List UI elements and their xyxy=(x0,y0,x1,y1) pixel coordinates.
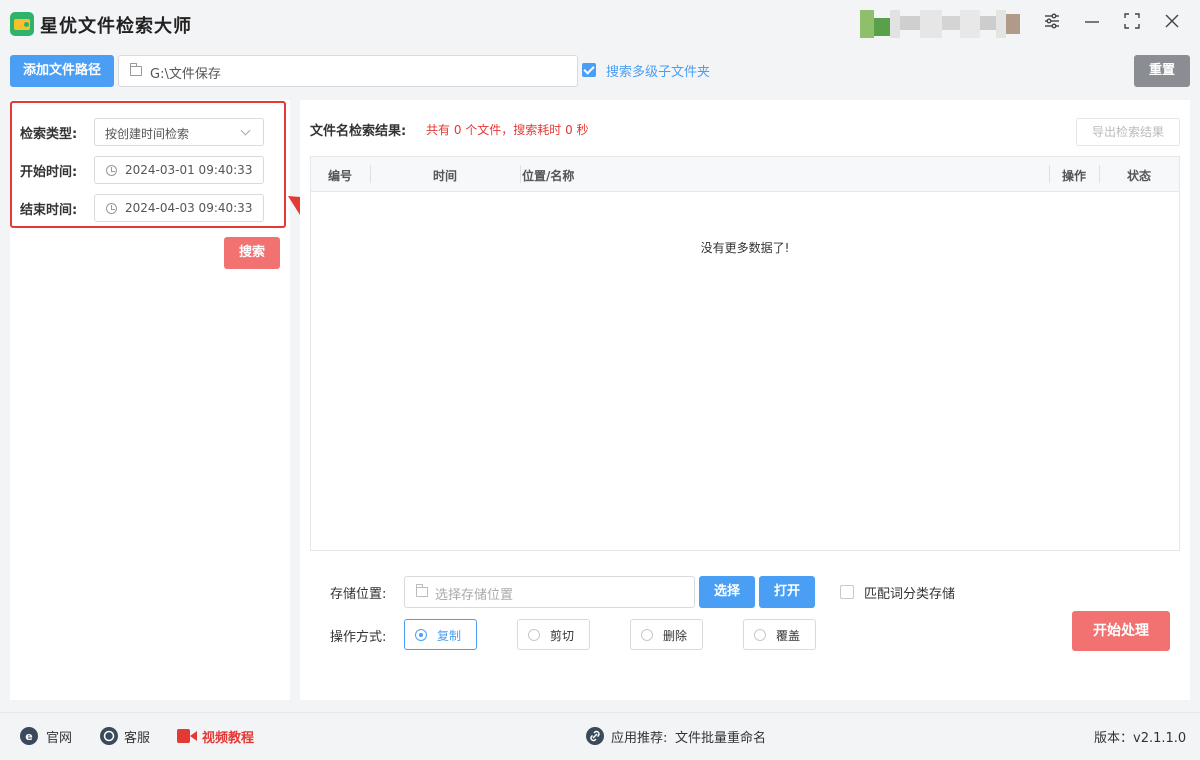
chevron-down-icon xyxy=(240,125,251,136)
link-icon xyxy=(586,727,604,745)
export-results-button[interactable]: 导出检索结果 xyxy=(1076,118,1180,146)
website-link[interactable]: 官网 xyxy=(46,727,72,746)
video-tutorial-link[interactable]: 视频教程 xyxy=(202,727,254,746)
column-header-status: 状态 xyxy=(1127,169,1152,183)
start-processing-button[interactable]: 开始处理 xyxy=(1072,611,1170,651)
storage-location-placeholder: 选择存储位置 xyxy=(435,588,514,603)
user-avatar[interactable] xyxy=(860,10,1020,38)
mode-cut-radio[interactable]: 剪切 xyxy=(517,619,590,650)
customer-service-link[interactable]: 客服 xyxy=(124,727,150,746)
end-time-label: 结束时间: xyxy=(20,203,78,218)
website-icon[interactable]: e xyxy=(20,727,38,745)
close-icon[interactable] xyxy=(1161,12,1183,34)
folder-icon xyxy=(416,584,428,597)
start-time-value: 2024-03-01 09:40:33 xyxy=(125,163,253,177)
choose-location-button[interactable]: 选择 xyxy=(699,576,755,608)
customer-service-icon[interactable] xyxy=(100,727,118,745)
app-title: 星优文件检索大师 xyxy=(40,16,192,37)
maximize-icon[interactable] xyxy=(1121,12,1143,34)
clock-icon xyxy=(106,165,117,176)
results-title: 文件名检索结果: xyxy=(310,124,407,139)
storage-location-label: 存储位置: xyxy=(330,587,387,602)
search-type-select[interactable]: 按创建时间检索 xyxy=(94,118,264,146)
app-logo-icon xyxy=(10,12,34,36)
include-subfolders-label[interactable]: 搜索多级子文件夹 xyxy=(606,61,710,80)
start-time-label: 开始时间: xyxy=(20,165,78,180)
search-type-value: 按创建时间检索 xyxy=(105,127,190,141)
empty-message: 没有更多数据了! xyxy=(700,241,790,255)
operation-mode-label: 操作方式: xyxy=(330,630,387,645)
open-location-button[interactable]: 打开 xyxy=(759,576,815,608)
add-file-path-button[interactable]: 添加文件路径 xyxy=(10,55,114,87)
video-icon[interactable] xyxy=(177,728,197,744)
include-subfolders-checkbox[interactable] xyxy=(582,63,596,77)
results-stats: 共有 0 个文件，搜索耗时 0 秒 xyxy=(426,123,589,137)
column-header-time: 时间 xyxy=(433,169,458,183)
recommend-app-link[interactable]: 文件批量重命名 xyxy=(675,727,766,746)
match-classify-checkbox[interactable] xyxy=(840,585,854,599)
folder-icon xyxy=(130,63,142,76)
column-header-id: 编号 xyxy=(328,169,353,183)
search-type-label: 检索类型: xyxy=(20,127,78,142)
match-classify-label[interactable]: 匹配词分类存储 xyxy=(864,583,955,602)
storage-location-input[interactable]: 选择存储位置 xyxy=(404,576,695,608)
clock-icon xyxy=(106,203,117,214)
search-button[interactable]: 搜索 xyxy=(224,237,280,269)
mode-delete-radio[interactable]: 删除 xyxy=(630,619,703,650)
table-header: 编号 时间 位置/名称 操作 状态 xyxy=(311,157,1179,192)
column-header-action: 操作 xyxy=(1062,169,1087,183)
minimize-icon[interactable] xyxy=(1081,12,1103,34)
end-time-value: 2024-04-03 09:40:33 xyxy=(125,201,253,215)
settings-sliders-icon[interactable] xyxy=(1041,12,1063,34)
path-input[interactable]: G:\文件保存 xyxy=(118,55,578,87)
recommend-label: 应用推荐: xyxy=(611,731,668,746)
svg-text:e: e xyxy=(25,730,32,743)
end-time-picker[interactable]: 2024-04-03 09:40:33 xyxy=(94,194,264,222)
path-value: G:\文件保存 xyxy=(150,67,221,82)
version-text: 版本：v2.1.1.0 xyxy=(1094,731,1187,746)
mode-overwrite-radio[interactable]: 覆盖 xyxy=(743,619,816,650)
mode-copy-radio[interactable]: 复制 xyxy=(404,619,477,650)
results-table: 编号 时间 位置/名称 操作 状态 没有更多数据了! xyxy=(310,156,1180,551)
column-header-location: 位置/名称 xyxy=(522,169,575,183)
reset-button[interactable]: 重置 xyxy=(1134,55,1190,87)
start-time-picker[interactable]: 2024-03-01 09:40:33 xyxy=(94,156,264,184)
